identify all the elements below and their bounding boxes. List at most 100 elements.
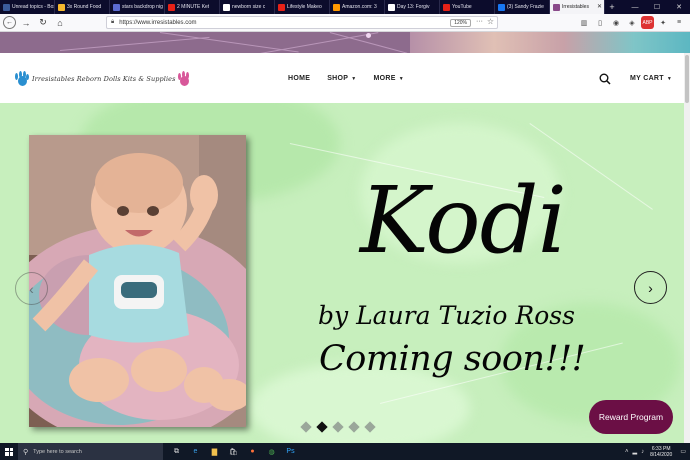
slider-prev-button[interactable]: ‹ <box>15 272 48 305</box>
forward-button[interactable]: → <box>19 16 33 30</box>
tab-label: Unread topics - Box <box>12 4 54 10</box>
store-icon[interactable]: 🛍︎ <box>224 443 243 460</box>
slider-dot[interactable] <box>364 421 376 433</box>
close-window-button[interactable]: ✕ <box>668 0 690 14</box>
slider-dot[interactable] <box>316 421 328 433</box>
notifications-icon[interactable]: ▭ <box>680 448 686 455</box>
start-button[interactable] <box>0 443 18 460</box>
scrollbar-thumb[interactable] <box>685 55 689 103</box>
tab-label: stars backdrop nig <box>122 4 163 10</box>
photoshop-icon[interactable]: Ps <box>281 443 300 460</box>
slider-dots <box>300 421 382 433</box>
hero-title: Kodi <box>360 167 567 274</box>
sidebar-icon[interactable]: ▯ <box>593 16 607 29</box>
menu-icon[interactable]: ≡ <box>672 16 686 29</box>
logo-text: Irresistables Reborn Dolls Kits & Suppli… <box>32 75 176 83</box>
browser-tab[interactable]: stars backdrop nig <box>110 0 165 14</box>
cart-label: MY CART <box>630 75 664 82</box>
browser-toolbar: ← → ↻ ⌂ 🔒︎ https://www.irresistables.com… <box>0 14 690 32</box>
window-controls: — ☐ ✕ <box>624 0 690 14</box>
nav-home[interactable]: HOME <box>288 75 310 82</box>
site-logo[interactable]: Irresistables Reborn Dolls Kits & Suppli… <box>14 69 193 89</box>
url-text[interactable]: https://www.irresistables.com <box>119 20 196 26</box>
minimize-button[interactable]: — <box>624 0 646 14</box>
account-icon[interactable]: ◉ <box>609 16 623 29</box>
extension-icon[interactable]: ✦ <box>656 16 670 29</box>
home-icon: ⌂ <box>57 17 63 28</box>
system-tray: ˄ ▂ ♪ 6:33 PM 8/14/2020 ▭ <box>621 443 686 460</box>
pocket-icon[interactable]: ◈ <box>625 16 639 29</box>
tab-favicon-icon <box>278 3 285 11</box>
maximize-button[interactable]: ☐ <box>646 0 668 14</box>
zoom-level[interactable]: 120% <box>450 19 471 27</box>
slider-dot[interactable] <box>300 421 312 433</box>
forward-arrow-icon: → <box>21 17 31 28</box>
task-view-icon[interactable]: ⧉ <box>167 443 186 460</box>
tab-favicon-icon <box>3 3 10 11</box>
browser-tab[interactable]: YouTube <box>440 0 495 14</box>
volume-icon[interactable]: ♪ <box>641 449 644 455</box>
tab-favicon-icon <box>333 3 340 11</box>
back-button[interactable]: ← <box>3 16 16 29</box>
tab-label: 3x Round Food <box>67 4 102 10</box>
chevron-down-icon: ▼ <box>351 75 357 82</box>
banner-photo <box>410 32 690 53</box>
new-tab-button[interactable]: + <box>605 0 619 14</box>
extension-badge-icon[interactable]: ABP <box>641 16 654 29</box>
address-bar[interactable]: 🔒︎ https://www.irresistables.com 120% ··… <box>106 16 498 29</box>
browser-tab[interactable]: Unread topics - Box <box>0 0 55 14</box>
top-banner-strip <box>0 32 690 53</box>
tab-label: 2 MINUTE Ket <box>177 4 210 10</box>
back-arrow-icon: ← <box>6 19 13 26</box>
browser-tab[interactable]: Day 13: Forgiv <box>385 0 440 14</box>
browser-tab[interactable]: 3x Round Food <box>55 0 110 14</box>
toolbar-icons: ▥ ▯ ◉ ◈ ABP ✦ ≡ <box>575 16 686 29</box>
hero-coming-soon: Coming soon!!! <box>319 339 586 379</box>
chevron-up-icon[interactable]: ˄ <box>625 449 629 455</box>
taskbar-search-box[interactable]: ⚲ Type here to search <box>18 443 163 460</box>
slider-next-button[interactable]: › <box>634 271 667 304</box>
windows-taskbar: ⚲ Type here to search ⧉ e ▇ 🛍︎ ● ◍ Ps ˄ … <box>0 443 690 460</box>
tab-favicon-icon <box>58 3 65 11</box>
home-button[interactable]: ⌂ <box>53 16 67 30</box>
file-explorer-icon[interactable]: ▇ <box>205 443 224 460</box>
reload-button[interactable]: ↻ <box>36 16 50 30</box>
library-icon[interactable]: ▥ <box>577 16 591 29</box>
browser-tab[interactable]: (3) Sandy Frazie <box>495 0 550 14</box>
tab-label: Day 13: Forgiv <box>397 4 430 10</box>
tab-label: Irresistables <box>562 4 589 10</box>
browser-tab[interactable]: 2 MINUTE Ket <box>165 0 220 14</box>
nav-shop[interactable]: SHOP ▼ <box>327 75 356 82</box>
reward-program-button[interactable]: Reward Program <box>589 400 673 434</box>
nav-more[interactable]: MORE ▼ <box>374 75 404 82</box>
slider-dot[interactable] <box>348 421 360 433</box>
taskbar-apps: ⧉ e ▇ 🛍︎ ● ◍ Ps <box>167 443 300 460</box>
browser-tab[interactable]: Lifestyle Makeo <box>275 0 330 14</box>
taskbar-search-placeholder: Type here to search <box>33 448 82 455</box>
close-tab-icon[interactable]: ✕ <box>597 3 602 11</box>
tab-favicon-icon <box>553 3 560 11</box>
my-cart-button[interactable]: MY CART ▼ <box>630 75 672 82</box>
search-icon[interactable] <box>599 73 611 85</box>
browser-tab[interactable]: Irresistables ✕ <box>550 0 605 14</box>
taskbar-clock[interactable]: 6:33 PM 8/14/2020 <box>650 446 672 458</box>
browser-tab[interactable]: Amazon.com: 3 <box>330 0 385 14</box>
clock-time: 6:33 PM <box>651 445 671 452</box>
edge-icon[interactable]: e <box>186 443 205 460</box>
page-actions-icon[interactable]: ··· <box>476 18 483 25</box>
tab-favicon-icon <box>443 3 450 11</box>
tab-favicon-icon <box>113 3 120 11</box>
slider-dot[interactable] <box>332 421 344 433</box>
browser-tab[interactable]: newborn size c <box>220 0 275 14</box>
bookmark-star-icon[interactable]: ☆ <box>487 17 494 26</box>
tab-favicon-icon <box>388 3 395 11</box>
windows-logo-icon <box>5 447 13 456</box>
chevron-right-icon: › <box>648 279 653 296</box>
tab-label: (3) Sandy Frazie <box>507 4 544 10</box>
nav-label: SHOP <box>327 75 349 82</box>
network-icon[interactable]: ▂ <box>632 448 637 455</box>
firefox-icon[interactable]: ● <box>243 443 262 460</box>
chrome-icon[interactable]: ◍ <box>262 443 281 460</box>
nav-label: HOME <box>288 75 311 82</box>
page-scrollbar[interactable] <box>684 53 690 443</box>
